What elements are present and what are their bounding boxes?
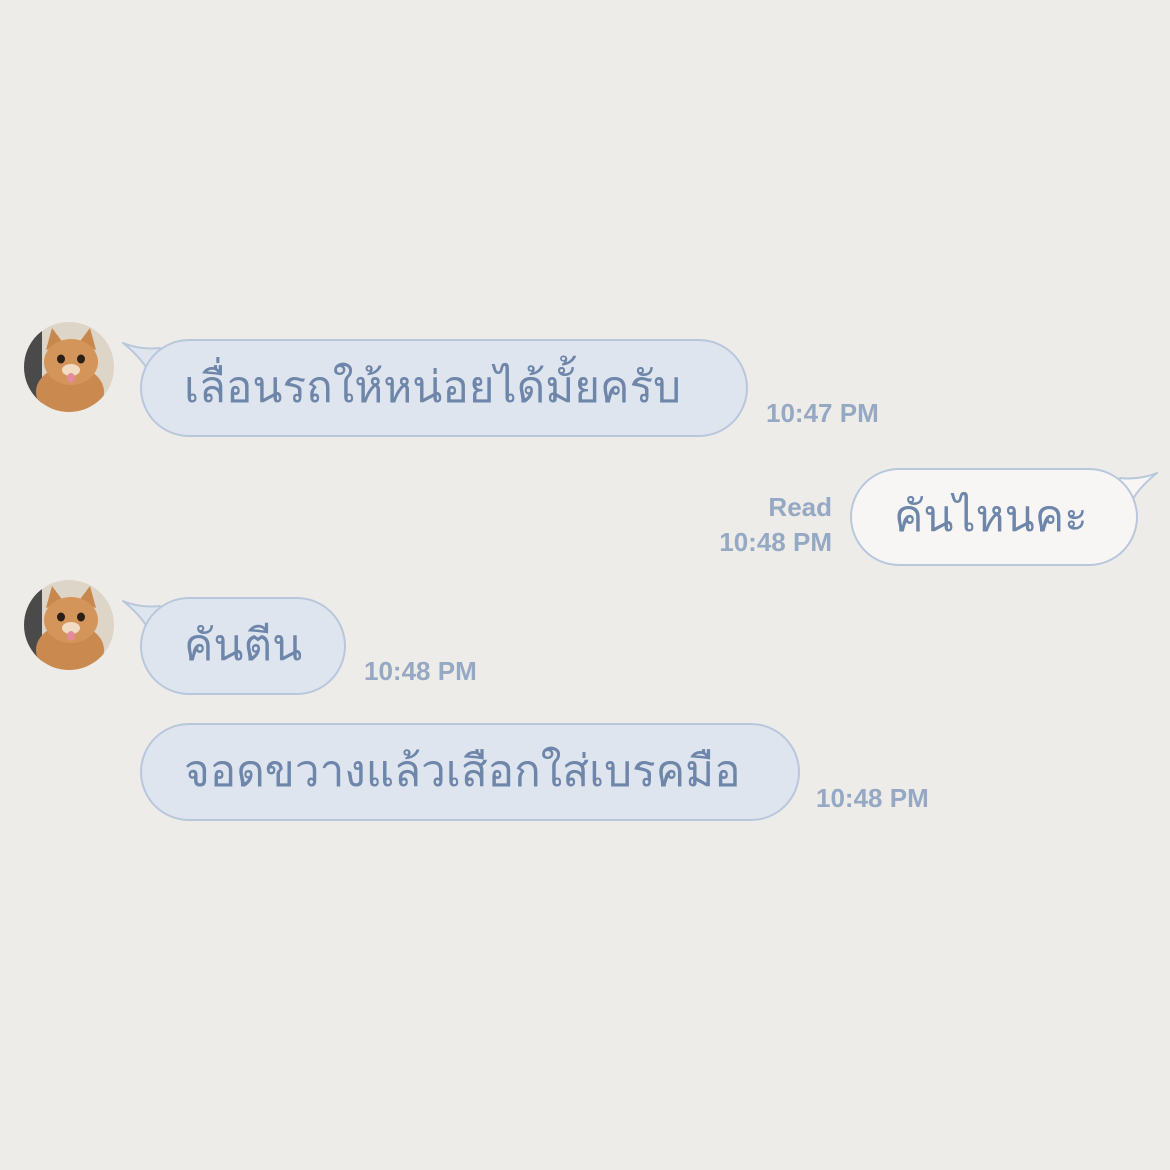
- message-bubble[interactable]: เลื่อนรถให้หน่อยได้มั้ยครับ: [140, 339, 748, 437]
- message-timestamp: 10:48 PM: [816, 783, 929, 813]
- message-timestamp: 10:48 PM: [364, 656, 477, 686]
- message-bubble[interactable]: คันไหนคะ: [850, 468, 1138, 566]
- message-timestamp: 10:48 PM: [719, 527, 832, 557]
- message-bubble[interactable]: จอดขวางแล้วเสือกใส่เบรคมือ: [140, 723, 800, 821]
- cat-avatar-icon[interactable]: [24, 580, 114, 670]
- cat-avatar-icon[interactable]: [24, 322, 114, 412]
- cat-face-image: [24, 580, 114, 670]
- message-timestamp: 10:47 PM: [766, 398, 879, 428]
- chat-view: เลื่อนรถให้หน่อยได้มั้ยครับ 10:47 PM Rea…: [0, 0, 1170, 1170]
- read-receipt: Read: [768, 492, 832, 522]
- cat-face-image: [24, 322, 114, 412]
- message-bubble[interactable]: คันตีน: [140, 597, 346, 695]
